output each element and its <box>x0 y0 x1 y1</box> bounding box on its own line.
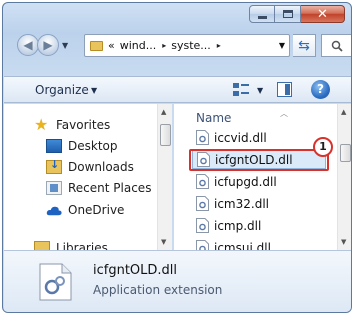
file-row[interactable]: icm32.dll <box>192 194 326 213</box>
refresh-icon: ⇆ <box>298 37 310 54</box>
organize-button[interactable]: Organize <box>35 83 89 97</box>
scrollbar-thumb[interactable] <box>340 144 351 162</box>
forward-arrow-icon: ▶ <box>43 38 53 52</box>
recent-pages-dropdown[interactable]: ▼ <box>62 41 68 50</box>
dll-file-icon <box>196 240 209 250</box>
scroll-down-icon[interactable]: ▼ <box>161 238 166 246</box>
nav-item-label: Desktop <box>68 139 118 153</box>
preview-pane-button[interactable] <box>277 82 292 97</box>
column-header-name[interactable]: Name <box>196 111 231 125</box>
close-button[interactable]: ✕ <box>301 5 345 23</box>
file-row[interactable]: icmp.dll <box>192 216 326 235</box>
nav-item-label: Recent Places <box>68 181 152 195</box>
change-view-icon[interactable] <box>233 83 249 97</box>
nav-item-onedrive[interactable]: OneDrive <box>46 202 124 218</box>
folder-icon <box>90 40 103 51</box>
file-name: icfupgd.dll <box>214 174 277 189</box>
file-name: icm32.dll <box>214 196 269 211</box>
file-name: icmsui.dll <box>214 240 271 251</box>
scroll-up-icon[interactable]: ▲ <box>341 108 346 116</box>
dll-file-icon <box>196 130 209 145</box>
search-input[interactable] <box>321 34 351 57</box>
file-row[interactable]: icfupgd.dll <box>192 172 326 191</box>
file-row[interactable]: iccvid.dll <box>192 128 326 147</box>
address-bar[interactable]: « wind... ▸ syste... ▸ ▼ <box>84 34 290 57</box>
explorer-window: ✕ ◀ ▶ ▼ « wind... ▸ syste... ▸ ▼ ⇆ Organ… <box>2 2 352 313</box>
nav-item-label: Downloads <box>68 160 134 174</box>
sort-caret-icon: ︿ <box>280 109 288 118</box>
caption-buttons: ✕ <box>249 5 345 23</box>
file-name: icmp.dll <box>214 218 262 233</box>
refresh-button[interactable]: ⇆ <box>293 34 316 57</box>
minimize-button[interactable] <box>249 5 275 23</box>
onedrive-icon <box>46 206 62 216</box>
address-dropdown-icon[interactable]: ▼ <box>279 41 285 50</box>
breadcrumb-system32[interactable]: syste... <box>171 39 211 52</box>
nav-item-label: OneDrive <box>68 203 125 217</box>
nav-item-label: Libraries <box>56 241 108 250</box>
file-row[interactable]: icmsui.dll <box>192 238 326 250</box>
help-button[interactable]: ? <box>311 80 330 99</box>
nav-item-favorites[interactable]: ★ Favorites <box>34 115 111 134</box>
details-file-name: icfgntOLD.dll <box>93 263 178 278</box>
breadcrumb-separator-icon[interactable]: ▸ <box>217 41 221 50</box>
scrollbar-thumb[interactable] <box>160 124 171 146</box>
back-arrow-icon: ◀ <box>23 38 33 52</box>
command-toolbar: Organize ▼ ▼ ? <box>4 76 351 103</box>
search-icon <box>331 40 343 52</box>
selection-highlight-box <box>189 149 329 171</box>
forward-button[interactable]: ▶ <box>37 34 59 56</box>
details-file-type: Application extension <box>93 283 223 297</box>
back-button[interactable]: ◀ <box>17 34 39 56</box>
nav-item-label: Favorites <box>56 118 111 132</box>
scroll-down-icon[interactable]: ▼ <box>341 238 346 246</box>
view-dropdown-icon[interactable]: ▼ <box>257 86 263 95</box>
desktop-icon <box>46 139 62 153</box>
file-name: iccvid.dll <box>214 130 267 145</box>
nav-item-downloads[interactable]: Downloads <box>46 158 134 174</box>
nav-item-libraries[interactable]: Libraries <box>34 241 108 250</box>
overflow-chevron[interactable]: « <box>108 39 115 52</box>
star-icon: ★ <box>34 115 49 134</box>
downloads-icon <box>46 158 62 174</box>
details-pane: icfgntOLD.dll Application extension <box>4 250 351 312</box>
nav-pane-scrollbar[interactable]: ▲ ▼ <box>157 104 172 250</box>
dll-file-icon <box>196 196 209 211</box>
dll-file-large-icon <box>39 263 72 301</box>
dll-file-icon <box>196 174 209 189</box>
navigation-pane: ★ Favorites Desktop Downloads Recent Pla… <box>4 104 172 250</box>
maximize-icon <box>282 10 293 18</box>
file-list: Name ︿ iccvid.dll icfgntOLD.dll icfupgd.… <box>174 104 351 250</box>
file-list-scrollbar[interactable]: ▲ ▼ <box>337 104 351 250</box>
scroll-up-icon[interactable]: ▲ <box>161 108 166 116</box>
breadcrumb-separator-icon[interactable]: ▸ <box>162 41 166 50</box>
breadcrumb-windows[interactable]: wind... <box>120 39 157 52</box>
nav-item-desktop[interactable]: Desktop <box>46 139 118 153</box>
maximize-button[interactable] <box>275 5 301 23</box>
organize-dropdown-icon[interactable]: ▼ <box>91 86 97 95</box>
recent-places-icon <box>46 181 62 195</box>
libraries-icon <box>34 241 50 250</box>
close-icon: ✕ <box>317 6 328 22</box>
dll-file-icon <box>196 218 209 233</box>
step-callout-badge: 1 <box>313 137 333 157</box>
nav-item-recent-places[interactable]: Recent Places <box>46 181 151 195</box>
minimize-icon <box>257 15 267 19</box>
